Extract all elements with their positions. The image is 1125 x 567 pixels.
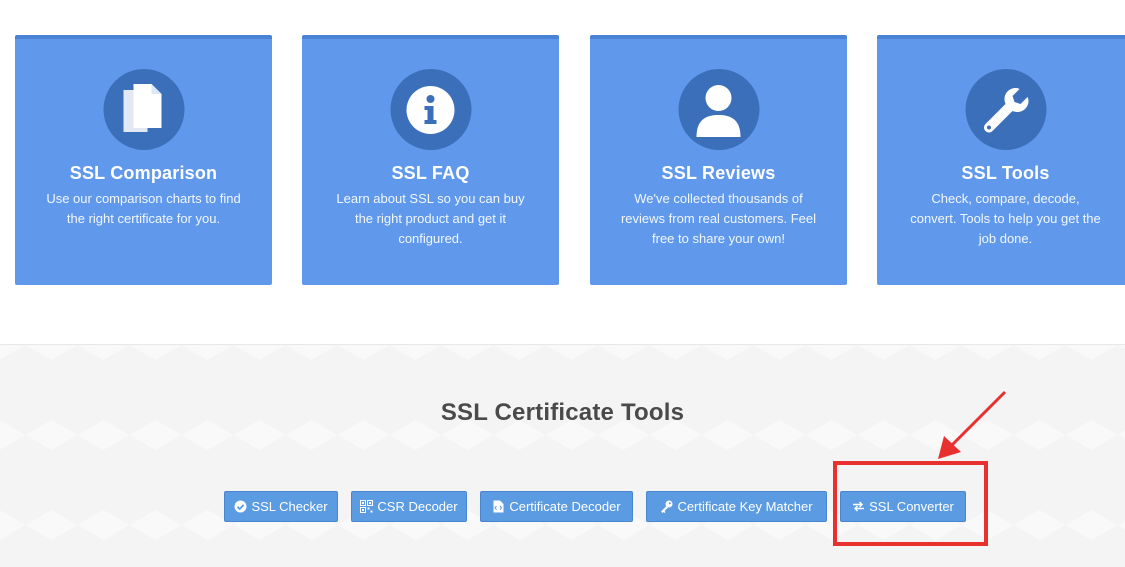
annotation-arrow-icon	[938, 390, 1007, 459]
